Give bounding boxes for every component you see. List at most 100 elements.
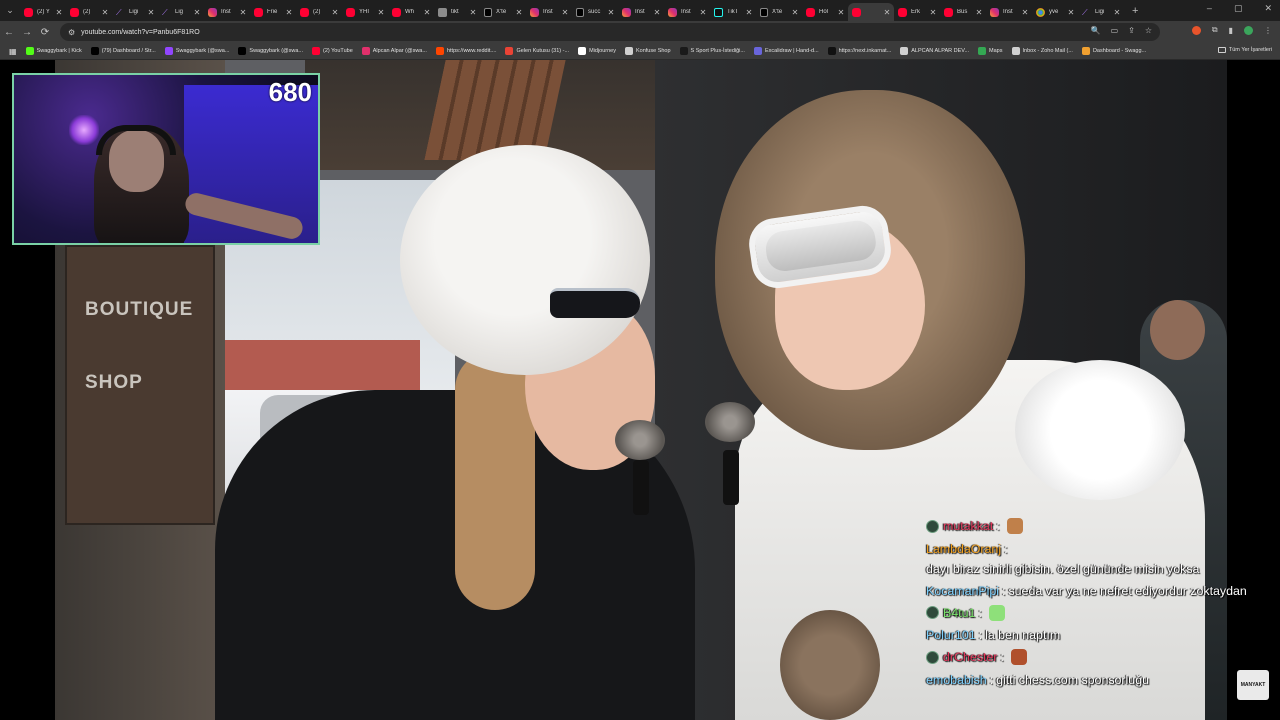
browser-tab[interactable]: ⟋ Ligi ✕ [1078,3,1124,21]
tab-close-icon[interactable]: ✕ [883,8,891,17]
chat-username[interactable]: B4tu1 [943,604,975,622]
bookmark-item[interactable]: (79) Dashboard / Str... [90,47,156,55]
browser-tab[interactable]: Erk ✕ [894,3,940,21]
browser-tab[interactable]: (2) Y ✕ [20,3,66,21]
chat-username[interactable]: emobabish [926,671,987,689]
tab-close-icon[interactable]: ✕ [377,8,385,17]
browser-tab[interactable]: Inst ✕ [526,3,572,21]
bookmark-item[interactable]: Swaggybark (@swa... [238,47,303,55]
bookmark-item[interactable]: https://next.inkarnat... [827,47,891,55]
browser-tab[interactable]: Bus ✕ [940,3,986,21]
site-info-icon[interactable]: ⚙ [68,28,75,37]
new-tab-button[interactable]: + [1132,5,1138,17]
back-icon[interactable]: ← [0,27,18,38]
browser-tab[interactable]: ✕ [848,3,894,21]
browser-tab[interactable]: TikT ✕ [710,3,756,21]
browser-menu-icon[interactable]: ⋮ [1264,26,1272,35]
chat-username[interactable]: KocamanPipi [926,581,999,601]
browser-tab[interactable]: Inst ✕ [618,3,664,21]
tab-close-icon[interactable]: ✕ [929,8,937,17]
tab-close-icon[interactable]: ✕ [239,8,247,17]
tab-close-icon[interactable]: ✕ [975,8,983,17]
reload-icon[interactable]: ⟳ [36,27,54,38]
tab-favicon-icon: ⟋ [116,7,122,17]
bookmark-label: ALPCAN ALPAR DEV... [911,48,970,54]
browser-tab[interactable]: Inst ✕ [204,3,250,21]
tab-close-icon[interactable]: ✕ [607,8,615,17]
tab-close-icon[interactable]: ✕ [101,8,109,17]
side-panel-icon[interactable]: ▮ [1229,26,1233,35]
browser-tab[interactable]: succ ✕ [572,3,618,21]
tab-close-icon[interactable]: ✕ [147,8,155,17]
tab-close-icon[interactable]: ✕ [561,8,569,17]
tab-close-icon[interactable]: ✕ [285,8,293,17]
bookmark-item[interactable]: Swaggybark (@swa... [164,47,229,55]
bookmark-item[interactable]: Alpcan Alpar (@swa... [361,47,427,55]
all-bookmarks-button[interactable]: Tüm Yer İşaretleri [1217,47,1272,53]
browser-tab[interactable]: X'te ✕ [480,3,526,21]
browser-tab[interactable]: ⟋ Lig ✕ [158,3,204,21]
browser-tab[interactable]: (2) ✕ [66,3,112,21]
browser-tab[interactable]: YHI ✕ [342,3,388,21]
tab-close-icon[interactable]: ✕ [837,8,845,17]
browser-tab[interactable]: Inst ✕ [986,3,1032,21]
bookmark-item[interactable]: Dashboard - Swagg... [1081,47,1146,55]
browser-tab[interactable]: (2) ✕ [296,3,342,21]
chat-username[interactable]: LambdaOranj [926,539,1001,559]
bookmark-item[interactable]: Inbox - Zoho Mail (... [1011,47,1073,55]
chat-username[interactable]: mutakkat [943,517,993,535]
tab-close-icon[interactable]: ✕ [55,8,63,17]
extension-icon[interactable] [1191,25,1201,35]
browser-tab[interactable]: Inst ✕ [664,3,710,21]
tab-search-icon[interactable]: ⌄ [0,0,20,21]
share-icon[interactable]: ⇪ [1128,26,1135,35]
tab-close-icon[interactable]: ✕ [745,8,753,17]
tab-favicon-icon [254,7,263,17]
browser-tab[interactable]: ⟋ Ligi ✕ [112,3,158,21]
tab-close-icon[interactable]: ✕ [653,8,661,17]
bookmark-item[interactable]: S Sport Plus-İstediği... [679,47,745,55]
chat-username[interactable]: Polur101 [926,626,976,644]
bookmark-star-icon[interactable]: ☆ [1145,26,1152,35]
minimize-icon[interactable]: – [1207,3,1212,14]
browser-tab[interactable]: yve ✕ [1032,3,1078,21]
close-icon[interactable]: ✕ [1264,3,1272,14]
browser-tab[interactable]: Frie ✕ [250,3,296,21]
browser-tab[interactable]: tikt ✕ [434,3,480,21]
tab-close-icon[interactable]: ✕ [193,8,201,17]
zoom-icon[interactable]: 🔍 [1091,26,1101,35]
bookmark-item[interactable]: https://www.reddit.... [435,47,496,55]
extensions-puzzle-icon[interactable]: ⧉ [1212,25,1218,35]
bookmark-item[interactable]: Maps [978,47,1003,55]
tab-close-icon[interactable]: ✕ [1113,8,1121,17]
tab-close-icon[interactable]: ✕ [791,8,799,17]
maximize-icon[interactable]: ▢ [1234,3,1243,14]
tab-close-icon[interactable]: ✕ [1021,8,1029,17]
tab-close-icon[interactable]: ✕ [423,8,431,17]
tab-close-icon[interactable]: ✕ [469,8,477,17]
forward-icon[interactable]: → [18,27,36,38]
tab-close-icon[interactable]: ✕ [1067,8,1075,17]
cast-icon[interactable]: ▭ [1111,26,1119,35]
bookmark-item[interactable]: Midjourney [578,47,616,55]
tab-favicon-icon [990,7,999,17]
tab-favicon-icon [576,7,584,17]
chat-separator: : [978,605,982,620]
chat-username[interactable]: drChester [943,648,997,666]
bookmark-item[interactable]: ALPCAN ALPAR DEV... [900,47,969,55]
bookmark-item[interactable]: Gelen Kutusu (31) -... [505,47,569,55]
tab-close-icon[interactable]: ✕ [515,8,523,17]
bookmark-item[interactable]: Konfuse Shop [624,47,671,55]
browser-tab[interactable]: X'te ✕ [756,3,802,21]
address-bar[interactable]: ⚙ youtube.com/watch?v=Panbu6F81RO 🔍 ▭ ⇪ … [60,23,1160,41]
tab-title: (2) Y [37,9,50,15]
bookmark-item[interactable]: (2) YouTube [311,47,353,55]
bookmark-item[interactable]: Excalidraw | Hand-d... [753,47,819,55]
tab-close-icon[interactable]: ✕ [331,8,339,17]
tab-close-icon[interactable]: ✕ [699,8,707,17]
browser-tab[interactable]: Hol ✕ [802,3,848,21]
profile-avatar[interactable] [1244,25,1253,35]
apps-icon[interactable]: ▦ [9,47,17,56]
browser-tab[interactable]: Wh ✕ [388,3,434,21]
bookmark-item[interactable]: Swaggybark | Kick [25,47,82,55]
